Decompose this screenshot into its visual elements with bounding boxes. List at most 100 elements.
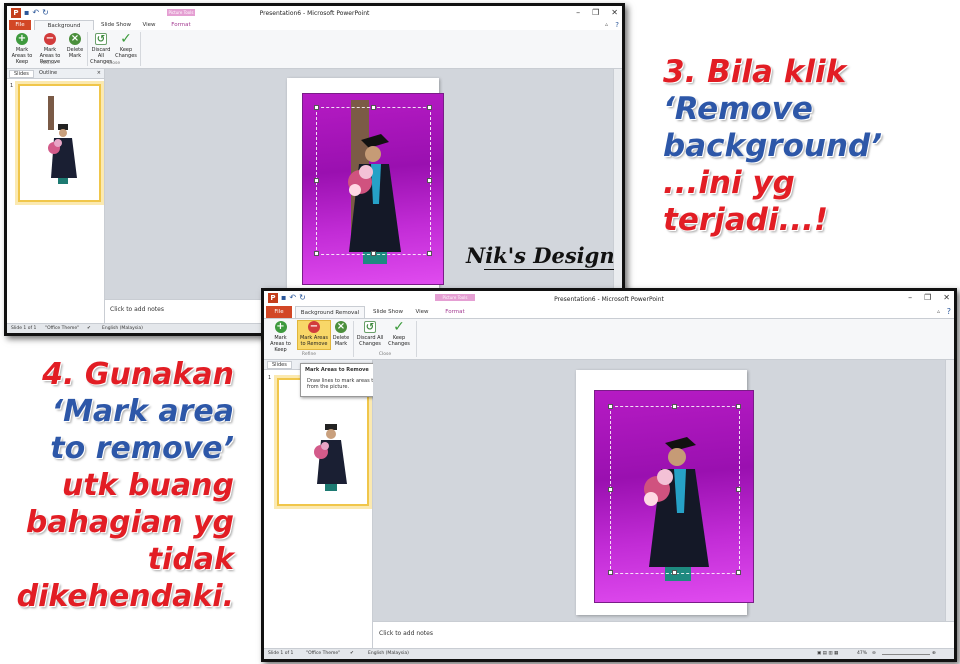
step4-caption-line: tidak [147, 542, 234, 577]
discard-icon: ↺ [364, 321, 376, 333]
resize-handle[interactable] [608, 404, 613, 409]
keep-changes-button[interactable]: ✓ Keep Changes [114, 32, 138, 59]
resize-handle[interactable] [736, 404, 741, 409]
slide-number: 1 [268, 375, 272, 381]
resize-handle[interactable] [608, 487, 613, 492]
step4-caption-line: 4. Gunakan [42, 357, 234, 392]
spellcheck-icon[interactable]: ✔ [87, 326, 91, 331]
view-buttons[interactable]: ▣ ▤ ▥ ▦ [817, 651, 838, 656]
ribbon-tabs: File Background Removal Slide Show View … [264, 306, 954, 319]
group-separator [353, 321, 354, 357]
mark-areas-to-keep-button[interactable]: + Mark Areas to Keep [267, 321, 294, 353]
help-icon[interactable]: ? [947, 307, 951, 316]
resize-handle[interactable] [314, 251, 319, 256]
status-language[interactable]: English (Malaysia) [368, 651, 409, 656]
keep-label: Keep Changes [115, 47, 137, 59]
minimize-ribbon-icon[interactable]: ▵ [937, 308, 940, 315]
close-icon[interactable]: ✕ [943, 293, 950, 302]
picture-with-removal-overlay[interactable] [594, 390, 754, 603]
keep-area-marquee[interactable] [316, 107, 431, 255]
resize-handle[interactable] [672, 570, 677, 575]
resize-handle[interactable] [672, 404, 677, 409]
keep-label: Keep Changes [388, 335, 410, 347]
help-icon[interactable]: ? [615, 21, 619, 29]
discard-label: Discard All Changes [356, 335, 384, 347]
minimize-ribbon-icon[interactable]: ▵ [605, 21, 608, 28]
status-theme: "Office Theme" [306, 651, 341, 656]
restore-icon[interactable]: ❐ [592, 8, 599, 17]
status-language[interactable]: English (Malaysia) [102, 326, 143, 331]
window-title: Presentation6 - Microsoft PowerPoint [554, 296, 664, 303]
plus-icon: + [274, 321, 287, 333]
slides-panel: Slides 1 [264, 360, 373, 649]
tab-file[interactable]: File [9, 20, 31, 30]
plus-icon: + [16, 33, 28, 45]
zoom-out-icon[interactable]: ⊖ [872, 651, 876, 656]
tab-slide-show[interactable]: Slide Show [368, 306, 408, 318]
slide-thumbnail[interactable] [277, 378, 369, 506]
group-separator [140, 32, 141, 66]
tab-background-removal[interactable]: Background Removal [295, 306, 365, 318]
restore-icon[interactable]: ❐ [924, 293, 931, 302]
resize-handle[interactable] [736, 487, 741, 492]
watermark-underline [484, 269, 614, 270]
step3-caption-line: ‘Remove [663, 91, 813, 127]
step4-caption: 4. Gunakan ‘Mark area to remove’ utk bua… [10, 356, 234, 615]
step3-caption-line: terjadi...! [663, 202, 828, 238]
tab-background-removal[interactable]: Background Removal [34, 20, 94, 39]
minimize-icon[interactable]: – [908, 293, 912, 302]
window-controls: – ❐ ✕ [576, 8, 618, 17]
minus-icon: − [44, 33, 56, 45]
resize-handle[interactable] [371, 105, 376, 110]
close-icon[interactable]: ✕ [611, 8, 618, 17]
zoom-slider[interactable] [882, 654, 930, 655]
notes-pane[interactable]: Click to add notes [373, 621, 954, 649]
tab-format[interactable]: Format [437, 306, 473, 318]
tab-file[interactable]: File [266, 306, 292, 318]
delete-mark-button[interactable]: × Delete Mark [331, 321, 351, 347]
mark-areas-to-remove-button[interactable]: − Mark Areas to Remove [297, 320, 331, 350]
step4-caption-line: utk buang [61, 468, 234, 503]
close-panel-icon[interactable]: × [97, 70, 101, 76]
resize-handle[interactable] [314, 178, 319, 183]
step3-caption-line: background’ [663, 128, 882, 164]
tooltip-title: Mark Areas to Remove [305, 367, 369, 373]
spellcheck-icon[interactable]: ✔ [350, 651, 354, 656]
mark-keep-label: Mark Areas to Keep [270, 335, 291, 353]
slide-thumbnail[interactable] [18, 84, 101, 202]
tab-view[interactable]: View [410, 306, 434, 318]
minimize-icon[interactable]: – [576, 8, 580, 17]
group-refine-label: Refine [40, 61, 56, 66]
vertical-scrollbar[interactable] [945, 360, 954, 621]
tab-slides[interactable]: Slides [9, 70, 34, 78]
group-separator [416, 321, 417, 357]
keep-changes-button[interactable]: ✓ Keep Changes [385, 320, 413, 347]
tab-slide-show[interactable]: Slide Show [97, 20, 135, 30]
resize-handle[interactable] [314, 105, 319, 110]
tab-view[interactable]: View [137, 20, 161, 30]
discard-icon: ↺ [95, 33, 107, 45]
panel-tabs: Slides Outline × [7, 69, 104, 79]
mark-remove-label: Mark Areas to Remove [299, 335, 329, 347]
resize-handle[interactable] [427, 105, 432, 110]
discard-all-changes-button[interactable]: ↺ Discard All Changes [356, 321, 384, 347]
resize-handle[interactable] [608, 570, 613, 575]
powerpoint-window-step4: P ▪ ↶ ↻ Picture Tools Presentation6 - Mi… [261, 288, 957, 662]
status-theme: "Office Theme" [45, 326, 80, 331]
graduate-thumbnail-image [48, 96, 77, 184]
minus-icon: − [308, 321, 320, 333]
resize-handle[interactable] [427, 178, 432, 183]
delete-mark-button[interactable]: × Delete Mark [66, 33, 84, 59]
tab-format[interactable]: Format [165, 20, 197, 30]
tab-outline[interactable]: Outline [39, 70, 57, 76]
resize-handle[interactable] [371, 251, 376, 256]
delete-mark-icon: × [335, 321, 347, 333]
keep-area-marquee[interactable] [610, 406, 740, 574]
resize-handle[interactable] [427, 251, 432, 256]
delete-mark-icon: × [69, 33, 81, 45]
zoom-in-icon[interactable]: ⊕ [932, 651, 936, 656]
resize-handle[interactable] [736, 570, 741, 575]
tab-slides[interactable]: Slides [267, 361, 292, 369]
picture-with-removal-overlay[interactable] [302, 93, 444, 285]
notes-placeholder: Click to add notes [379, 630, 433, 637]
